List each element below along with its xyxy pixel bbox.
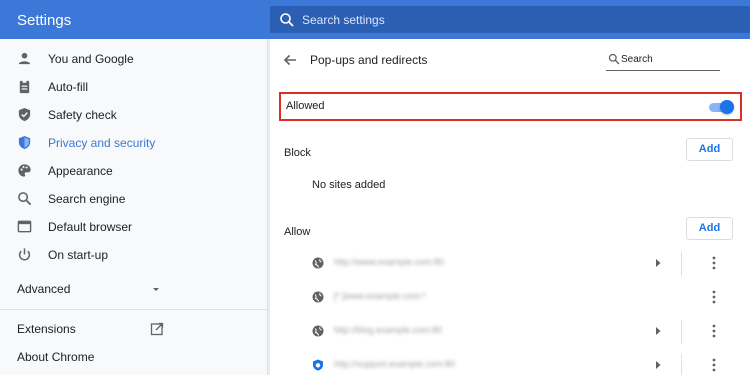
block-section-label: Block (284, 147, 311, 159)
site-url: http://support.example.com:80 (334, 359, 456, 369)
extensions-label: Extensions (17, 322, 76, 336)
more-vert-icon[interactable] (710, 357, 718, 373)
page-search-placeholder: Search (621, 54, 653, 65)
settings-card: Pop-ups and redirects Search Allowed Blo… (270, 39, 750, 375)
allow-site-row[interactable]: http://support.example.com:80 (270, 350, 750, 375)
sidebar-item-label: Search engine (48, 192, 126, 206)
sidebar-item-safety-check[interactable]: Safety check (0, 101, 268, 129)
sidebar-item-on-start-up[interactable]: On start-up (0, 241, 268, 269)
allow-site-row[interactable]: http://www.example.com:80 (270, 248, 750, 282)
page-search-input[interactable]: Search (606, 49, 720, 71)
shield-check-icon (18, 107, 31, 122)
site-url: [*.]www.example.com:* (334, 291, 427, 301)
globe-icon (312, 291, 324, 303)
sidebar-item-extensions[interactable]: Extensions (0, 315, 268, 343)
more-vert-icon[interactable] (710, 323, 718, 339)
person-icon (18, 52, 31, 65)
app-title: Settings (17, 12, 72, 29)
sidebar-item-search-engine[interactable]: Search engine (0, 185, 268, 213)
power-icon (18, 248, 31, 261)
back-arrow-icon[interactable] (282, 52, 298, 68)
page-title: Pop-ups and redirects (310, 53, 428, 67)
top-bar: Settings Search settings (0, 0, 750, 39)
about-chrome-label: About Chrome (17, 350, 95, 364)
chevron-down-icon (153, 288, 159, 291)
block-empty-message: No sites added (312, 179, 386, 191)
sidebar-item-about-chrome[interactable]: About Chrome (0, 343, 268, 371)
sidebar-item-default-browser[interactable]: Default browser (0, 213, 268, 241)
search-icon (280, 13, 294, 27)
allowed-toggle-row[interactable]: Allowed (279, 92, 742, 121)
sidebar-item-appearance[interactable]: Appearance (0, 157, 268, 185)
sidebar-divider (0, 309, 268, 310)
sidebar-item-label: Safety check (48, 108, 117, 122)
search-placeholder: Search settings (302, 13, 385, 27)
shield-lock-icon (18, 135, 31, 150)
sidebar-item-label: Appearance (48, 164, 113, 178)
sidebar-item-label: Privacy and security (48, 136, 156, 150)
chevron-right-icon[interactable] (654, 360, 662, 370)
site-url: http://blog.example.com:80 (334, 325, 443, 335)
sidebar-item-privacy-and-security[interactable]: Privacy and security (0, 129, 268, 157)
allow-section-label: Allow (284, 226, 311, 238)
sidebar-item-label: Default browser (48, 220, 133, 234)
sidebar-item-you-and-google[interactable]: You and Google (0, 45, 268, 73)
site-favicon-icon (313, 359, 323, 371)
search-icon (18, 192, 32, 206)
more-vert-icon[interactable] (710, 255, 718, 271)
external-link-icon (150, 322, 164, 336)
toggle-knob (720, 100, 734, 114)
row-separator (681, 252, 682, 276)
advanced-label: Advanced (17, 282, 71, 296)
allowed-label: Allowed (286, 100, 325, 112)
browser-icon (17, 220, 32, 233)
chevron-right-icon[interactable] (654, 258, 662, 268)
chevron-right-icon[interactable] (654, 326, 662, 336)
site-url: http://www.example.com:80 (334, 257, 445, 267)
allow-site-row[interactable]: http://blog.example.com:80 (270, 316, 750, 350)
row-separator (681, 354, 682, 375)
globe-icon (312, 257, 324, 269)
sidebar-item-autofill[interactable]: Auto-fill (0, 73, 268, 101)
main-content: Pop-ups and redirects Search Allowed Blo… (270, 39, 750, 375)
row-separator (681, 320, 682, 344)
sidebar-item-label: On start-up (48, 248, 109, 262)
sidebar: You and Google Auto-fill Safety check Pr… (0, 39, 268, 375)
allow-site-row[interactable]: [*.]www.example.com:* (270, 282, 750, 316)
clipboard-icon (19, 79, 30, 94)
block-add-button[interactable]: Add (686, 138, 733, 161)
search-icon (608, 53, 620, 65)
palette-icon (18, 164, 31, 177)
sidebar-advanced-toggle[interactable]: Advanced (0, 275, 268, 303)
sidebar-item-label: You and Google (48, 52, 134, 66)
page-header: Pop-ups and redirects Search (270, 39, 750, 81)
allow-add-button[interactable]: Add (686, 217, 733, 240)
globe-icon (312, 325, 324, 337)
more-vert-icon[interactable] (710, 289, 718, 305)
search-settings-input[interactable]: Search settings (270, 6, 750, 33)
allowed-toggle[interactable] (709, 100, 734, 114)
sidebar-item-label: Auto-fill (48, 80, 89, 94)
